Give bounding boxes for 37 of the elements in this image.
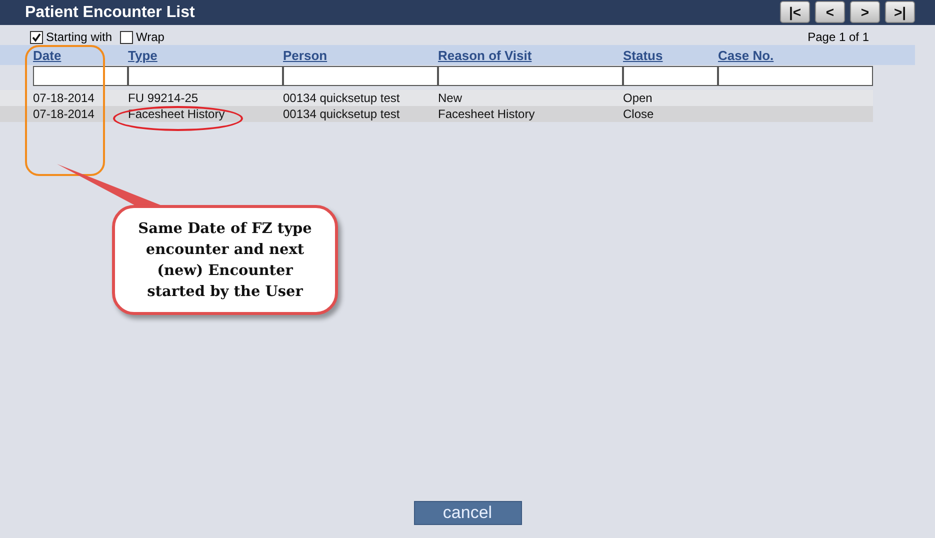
table-row[interactable]: 07-18-2014 Facesheet History 00134 quicksetup test Facesheet History Close <box>0 106 873 122</box>
table-cell-text: 07-18-2014 <box>33 107 96 121</box>
checkbox[interactable] <box>30 30 43 44</box>
checkbox-label: Starting with <box>46 30 112 44</box>
table-cell-text: Facesheet History <box>438 107 536 121</box>
pager-button[interactable]: |< <box>780 1 810 23</box>
callout-text: Same Date of FZ type encounter and next (new) Encounter started by the User <box>137 219 313 302</box>
filter-field[interactable] <box>623 66 718 86</box>
table-row[interactable]: 07-18-2014 FU 99214-25 00134 quicksetup test New Open <box>0 90 873 106</box>
pager-button[interactable]: > <box>850 1 880 23</box>
column-header-link[interactable]: Person <box>283 48 328 63</box>
filter-field[interactable] <box>438 66 623 86</box>
table-cell-text: New <box>438 91 464 105</box>
check-icon <box>32 32 41 42</box>
filter-field[interactable] <box>283 66 438 86</box>
filter-field[interactable] <box>718 66 873 86</box>
filter-field[interactable] <box>128 66 283 86</box>
page-indicator: Page 1 of 1 <box>808 30 869 44</box>
table-cell-text: 07-18-2014 <box>33 91 96 105</box>
table-cell-text: Close <box>623 107 655 121</box>
pager-button[interactable]: >| <box>885 1 915 23</box>
column-header-link[interactable]: Reason of Visit <box>438 48 532 63</box>
column-header-link[interactable]: Type <box>128 48 158 63</box>
table-cell-text: FU 99214-25 <box>128 91 200 105</box>
column-header-link[interactable]: Date <box>33 48 62 63</box>
filter-field[interactable] <box>33 66 128 86</box>
table-cell-text: Facesheet History <box>128 107 226 121</box>
checkbox-label: Wrap <box>136 30 164 44</box>
table-cell-text: 00134 quicksetup test <box>283 91 401 105</box>
cancel-button[interactable]: cancel <box>414 501 522 525</box>
column-header-link[interactable]: Case No. <box>718 48 774 63</box>
table-cell-text: Open <box>623 91 654 105</box>
checkbox[interactable] <box>120 30 134 44</box>
table-cell-text: 00134 quicksetup test <box>283 107 401 121</box>
column-header-link[interactable]: Status <box>623 48 663 63</box>
window-title: Patient Encounter List <box>25 4 195 22</box>
pager-button[interactable]: < <box>815 1 845 23</box>
